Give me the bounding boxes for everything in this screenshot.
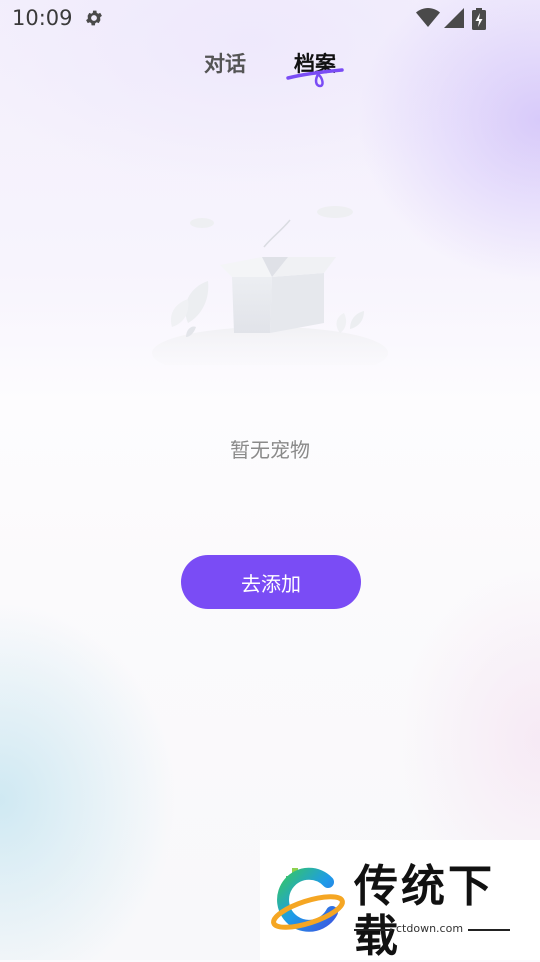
gear-icon	[86, 10, 102, 26]
watermark-divider-right	[468, 929, 510, 931]
watermark: 传统下载 ctdown.com	[260, 840, 540, 962]
battery-charging-icon	[472, 8, 486, 30]
status-bar: 10:09	[0, 0, 540, 38]
tab-dialog[interactable]: 对话	[204, 48, 246, 78]
tab-bar: 对话 档案	[0, 44, 540, 94]
ctdown-logo	[271, 867, 345, 932]
status-time: 10:09	[12, 6, 73, 30]
tab-archive[interactable]: 档案	[294, 48, 336, 78]
signal-icon	[444, 8, 464, 28]
watermark-url: ctdown.com	[396, 922, 464, 935]
empty-box-illustration	[152, 206, 388, 365]
wifi-icon	[416, 8, 440, 27]
watermark-title: 传统下载	[354, 861, 495, 962]
empty-message: 暂无宠物	[230, 438, 310, 462]
watermark-divider-left	[354, 929, 392, 931]
background	[0, 0, 540, 960]
add-pet-button[interactable]: 去添加	[181, 555, 361, 609]
